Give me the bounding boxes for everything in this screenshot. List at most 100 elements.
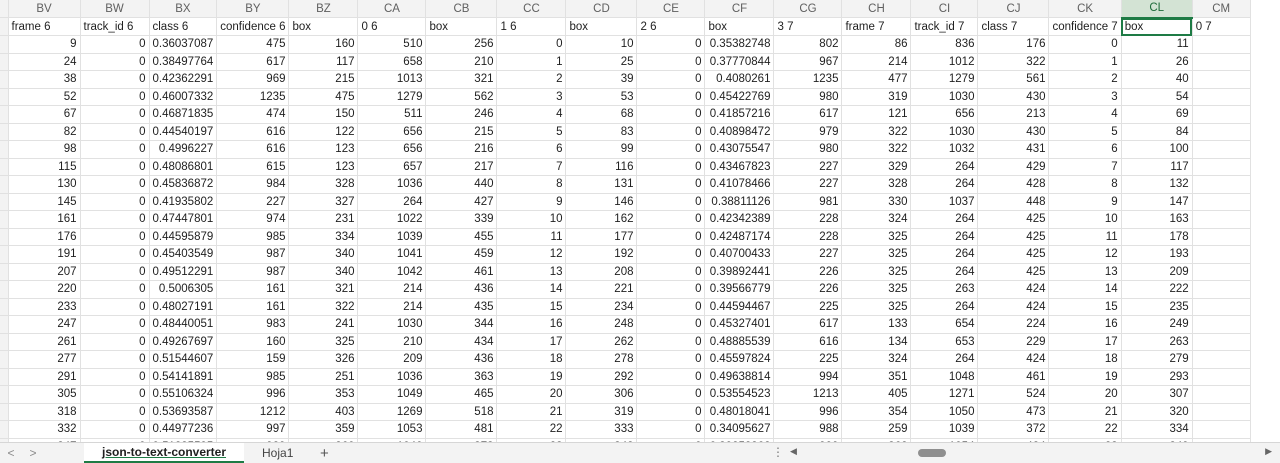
data-cell[interactable]: 325	[288, 333, 359, 351]
data-cell[interactable]: 481	[425, 420, 498, 439]
data-cell[interactable]: 54	[1121, 88, 1193, 106]
data-cell[interactable]: 325	[841, 280, 912, 299]
data-cell[interactable]: 1013	[357, 70, 427, 89]
data-cell[interactable]: 0.48018041	[704, 403, 775, 421]
data-cell[interactable]: 160	[288, 35, 359, 54]
column-header-ck[interactable]: CK	[1048, 0, 1122, 18]
data-cell[interactable]: 319	[565, 403, 638, 421]
data-cell[interactable]: 617	[216, 53, 290, 71]
data-cell[interactable]: 1039	[357, 228, 427, 246]
row-header[interactable]	[0, 53, 9, 71]
data-cell[interactable]	[1192, 298, 1251, 316]
data-cell[interactable]: 0.51544607	[149, 350, 218, 369]
data-cell[interactable]: 0.44977236	[149, 420, 218, 439]
data-cell[interactable]: 214	[357, 298, 427, 316]
data-cell[interactable]: 82	[8, 123, 81, 141]
row-header[interactable]	[0, 263, 9, 281]
data-cell[interactable]: 264	[910, 175, 979, 194]
data-cell[interactable]: 12	[1048, 245, 1122, 264]
data-cell[interactable]: 562	[425, 88, 498, 106]
data-cell[interactable]	[1192, 333, 1251, 351]
data-cell[interactable]: 256	[425, 35, 498, 54]
column-header-bz[interactable]: BZ	[288, 0, 359, 18]
data-cell[interactable]: 1036	[357, 368, 427, 386]
data-cell[interactable]: 436	[425, 280, 498, 299]
data-cell[interactable]: 0.39566779	[704, 280, 775, 299]
data-cell[interactable]: 0	[80, 35, 150, 54]
column-header-cl[interactable]: CL	[1121, 0, 1193, 19]
data-cell[interactable]: 0.49638814	[704, 368, 775, 386]
data-cell[interactable]: 0	[80, 228, 150, 246]
data-cell[interactable]: 980	[773, 140, 843, 159]
data-cell[interactable]: 9	[8, 35, 81, 54]
data-cell[interactable]: 19	[496, 368, 567, 386]
data-cell[interactable]: 0	[636, 53, 706, 71]
data-cell[interactable]	[1192, 228, 1251, 246]
data-cell[interactable]: 0.4080261	[704, 70, 775, 89]
data-cell[interactable]: 0	[80, 140, 150, 159]
header-cell[interactable]: class 6	[149, 17, 218, 36]
data-cell[interactable]: 0	[636, 420, 706, 439]
data-cell[interactable]: 0.53554523	[704, 385, 775, 404]
data-cell[interactable]: 0	[636, 280, 706, 299]
data-cell[interactable]: 7	[496, 158, 567, 176]
data-cell[interactable]: 333	[565, 420, 638, 439]
header-cell[interactable]: box	[288, 17, 359, 36]
data-cell[interactable]: 1049	[357, 385, 427, 404]
data-cell[interactable]: 264	[910, 228, 979, 246]
data-cell[interactable]: 434	[425, 333, 498, 351]
sheet-tab-hoja1[interactable]: Hoja1	[244, 443, 311, 463]
data-cell[interactable]: 322	[841, 140, 912, 159]
data-cell[interactable]: 231	[288, 210, 359, 229]
data-cell[interactable]: 25	[565, 53, 638, 71]
data-cell[interactable]: 1032	[910, 140, 979, 159]
data-cell[interactable]: 616	[773, 333, 843, 351]
data-cell[interactable]: 657	[357, 158, 427, 176]
data-cell[interactable]: 974	[216, 210, 290, 229]
data-cell[interactable]: 424	[977, 280, 1050, 299]
data-cell[interactable]: 321	[288, 280, 359, 299]
data-cell[interactable]: 435	[425, 298, 498, 316]
data-cell[interactable]	[1192, 368, 1251, 386]
data-cell[interactable]: 475	[288, 88, 359, 106]
data-cell[interactable]: 0	[636, 385, 706, 404]
data-cell[interactable]: 263	[910, 280, 979, 299]
data-cell[interactable]: 1037	[910, 193, 979, 211]
data-cell[interactable]: 511	[357, 105, 427, 124]
data-cell[interactable]: 208	[565, 263, 638, 281]
data-cell[interactable]: 474	[216, 105, 290, 124]
data-cell[interactable]: 11	[496, 228, 567, 246]
data-cell[interactable]: 0.42362291	[149, 70, 218, 89]
data-cell[interactable]: 123	[288, 140, 359, 159]
header-cell[interactable]: box	[1121, 17, 1193, 36]
data-cell[interactable]: 431	[977, 140, 1050, 159]
data-cell[interactable]	[1192, 210, 1251, 229]
data-cell[interactable]: 0	[636, 123, 706, 141]
data-cell[interactable]: 0.44595879	[149, 228, 218, 246]
data-cell[interactable]: 0	[636, 70, 706, 89]
data-cell[interactable]: 334	[288, 228, 359, 246]
data-cell[interactable]: 654	[910, 315, 979, 334]
data-cell[interactable]: 425	[977, 245, 1050, 264]
data-cell[interactable]: 0.46871835	[149, 105, 218, 124]
row-header[interactable]	[0, 35, 9, 54]
data-cell[interactable]: 440	[425, 175, 498, 194]
data-cell[interactable]: 328	[841, 175, 912, 194]
data-cell[interactable]: 330	[841, 193, 912, 211]
data-cell[interactable]: 518	[425, 403, 498, 421]
data-cell[interactable]: 339	[425, 210, 498, 229]
prev-sheet-icon[interactable]: <	[0, 446, 22, 460]
data-cell[interactable]: 836	[910, 35, 979, 54]
data-cell[interactable]: 1030	[357, 315, 427, 334]
data-cell[interactable]: 5	[496, 123, 567, 141]
data-cell[interactable]: 213	[977, 105, 1050, 124]
data-cell[interactable]	[1192, 53, 1251, 71]
data-cell[interactable]	[1192, 123, 1251, 141]
data-cell[interactable]: 6	[496, 140, 567, 159]
data-cell[interactable]: 477	[841, 70, 912, 89]
column-header-ci[interactable]: CI	[910, 0, 979, 18]
data-cell[interactable]: 53	[565, 88, 638, 106]
data-cell[interactable]	[1192, 88, 1251, 106]
data-cell[interactable]	[1192, 385, 1251, 404]
data-cell[interactable]: 321	[425, 70, 498, 89]
